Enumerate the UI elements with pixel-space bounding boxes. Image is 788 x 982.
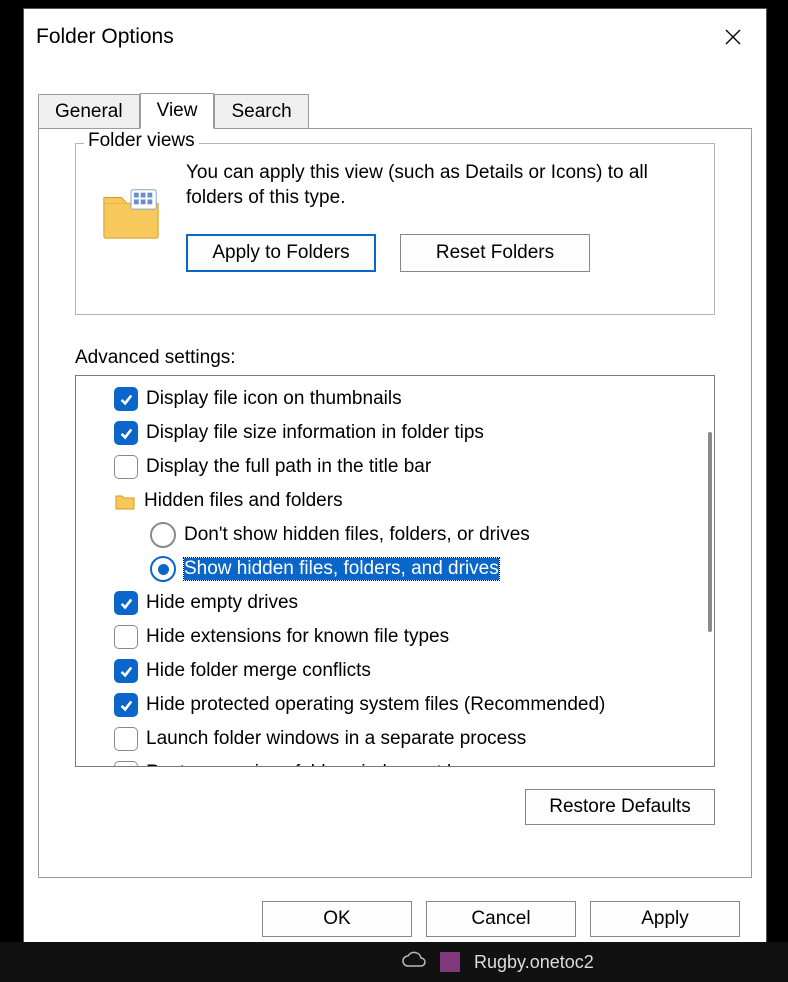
advanced-item-2[interactable]: Display the full path in the title bar <box>114 450 710 484</box>
folder-options-dialog: Folder Options General View Search Folde… <box>23 8 767 950</box>
tab-panel-view: Folder views You can apply this view (su… <box>38 128 752 878</box>
folder-views-buttons: Apply to Folders Reset Folders <box>186 234 696 272</box>
advanced-item-label: Don't show hidden files, folders, or dri… <box>184 524 530 546</box>
apply-button[interactable]: Apply <box>590 901 740 937</box>
advanced-item-8[interactable]: Hide folder merge conflicts <box>114 654 710 688</box>
titlebar: Folder Options <box>24 9 766 59</box>
taskbar: Rugby.onetoc2 <box>0 942 788 982</box>
checkbox-icon[interactable] <box>114 455 138 479</box>
advanced-item-11[interactable]: Restore previous folder windows at logon <box>114 756 710 767</box>
advanced-item-label: Display the full path in the title bar <box>146 456 431 478</box>
checkbox-icon[interactable] <box>114 727 138 751</box>
advanced-item-label: Hide empty drives <box>146 592 298 614</box>
radio-icon[interactable] <box>150 522 176 548</box>
ok-button[interactable]: OK <box>262 901 412 937</box>
advanced-item-7[interactable]: Hide extensions for known file types <box>114 620 710 654</box>
advanced-item-label: Hide folder merge conflicts <box>146 660 371 682</box>
scrollbar-thumb[interactable] <box>708 432 712 632</box>
advanced-item-9[interactable]: Hide protected operating system files (R… <box>114 688 710 722</box>
advanced-item-3[interactable]: Hidden files and folders <box>114 484 710 518</box>
advanced-settings-label: Advanced settings: <box>75 347 236 369</box>
advanced-item-0[interactable]: Display file icon on thumbnails <box>114 382 710 416</box>
advanced-item-6[interactable]: Hide empty drives <box>114 586 710 620</box>
apply-to-folders-button[interactable]: Apply to Folders <box>186 234 376 272</box>
checkbox-icon[interactable] <box>114 693 138 717</box>
advanced-item-label: Display file size information in folder … <box>146 422 484 444</box>
advanced-item-label: Display file icon on thumbnails <box>146 388 402 410</box>
scrollbar[interactable] <box>698 380 712 762</box>
checkbox-icon[interactable] <box>114 421 138 445</box>
folder-icon <box>114 491 136 511</box>
close-button[interactable] <box>710 19 756 55</box>
advanced-item-label: Hidden files and folders <box>144 490 343 512</box>
checkbox-icon[interactable] <box>114 591 138 615</box>
advanced-settings-list[interactable]: Display file icon on thumbnails Display f… <box>75 375 715 767</box>
advanced-item-label: Hide extensions for known file types <box>146 626 449 648</box>
dialog-buttons: OK Cancel Apply <box>24 901 766 937</box>
advanced-item-5[interactable]: Show hidden files, folders, and drives <box>150 552 710 586</box>
advanced-item-label: Show hidden files, folders, and drives <box>184 558 499 580</box>
advanced-item-10[interactable]: Launch folder windows in a separate proc… <box>114 722 710 756</box>
cloud-icon[interactable] <box>400 950 426 975</box>
checkbox-icon[interactable] <box>114 387 138 411</box>
folder-views-text: You can apply this view (such as Details… <box>186 160 696 210</box>
checkbox-icon[interactable] <box>114 761 138 767</box>
checkbox-icon[interactable] <box>114 659 138 683</box>
advanced-item-4[interactable]: Don't show hidden files, folders, or dri… <box>150 518 710 552</box>
tabstrip: General View Search <box>38 89 752 128</box>
close-icon <box>724 28 742 46</box>
taskbar-filename: Rugby.onetoc2 <box>474 952 594 973</box>
advanced-item-label: Restore previous folder windows at logon <box>146 762 493 767</box>
advanced-item-label: Hide protected operating system files (R… <box>146 694 605 716</box>
cancel-button[interactable]: Cancel <box>426 901 576 937</box>
folder-views-group: Folder views You can apply this view (su… <box>75 143 715 315</box>
reset-folders-button[interactable]: Reset Folders <box>400 234 590 272</box>
folder-views-legend: Folder views <box>84 130 199 152</box>
tab-search[interactable]: Search <box>214 94 308 129</box>
folder-icon <box>100 182 162 244</box>
advanced-item-1[interactable]: Display file size information in folder … <box>114 416 710 450</box>
tab-view[interactable]: View <box>140 93 215 129</box>
advanced-item-label: Launch folder windows in a separate proc… <box>146 728 526 750</box>
onenote-icon[interactable] <box>440 952 460 972</box>
checkbox-icon[interactable] <box>114 625 138 649</box>
restore-defaults-button[interactable]: Restore Defaults <box>525 789 715 825</box>
radio-icon[interactable] <box>150 556 176 582</box>
tab-general[interactable]: General <box>38 94 140 129</box>
dialog-title: Folder Options <box>36 25 174 49</box>
